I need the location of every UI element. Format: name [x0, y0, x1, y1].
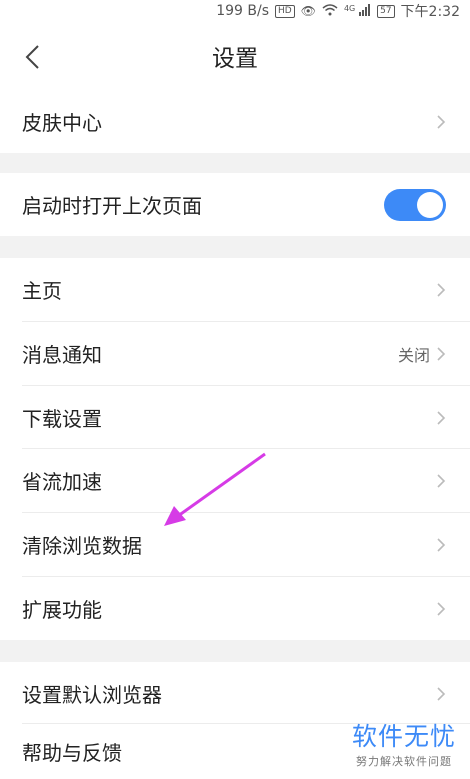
annotation-arrow-icon — [164, 452, 266, 526]
settings-item-label: 主页 — [22, 279, 62, 303]
hd-icon: HD — [275, 4, 295, 18]
network-type: 4G — [343, 3, 356, 13]
chevron-right-icon — [437, 601, 446, 616]
header: 设置 — [0, 22, 470, 90]
section-gap — [0, 236, 470, 258]
restore-toggle[interactable] — [384, 188, 446, 221]
settings-item-label: 下载设置 — [22, 407, 102, 431]
settings-item-label: 皮肤中心 — [22, 111, 102, 135]
chevron-right-icon — [437, 114, 446, 129]
back-arrow-icon[interactable] — [22, 44, 44, 69]
settings-item-label: 消息通知 — [22, 343, 102, 367]
chevron-right-icon — [437, 282, 446, 297]
settings-item-notifications[interactable]: 消息通知 关闭 — [0, 322, 470, 385]
eye-icon: 👁 — [300, 4, 316, 18]
clock: 下午2:32 — [400, 4, 460, 20]
watermark-logo: 软件无忧 努力解决软件问题 — [352, 717, 456, 769]
settings-item-label: 启动时打开上次页面 — [22, 194, 202, 218]
network-speed: 199 B/s — [216, 3, 270, 19]
wifi-icon — [322, 3, 338, 19]
chevron-right-icon — [437, 346, 446, 361]
signal-icon: 4G — [343, 3, 371, 19]
settings-item-restore-last-page[interactable]: 启动时打开上次页面 — [0, 173, 470, 236]
settings-item-home[interactable]: 主页 — [0, 258, 470, 321]
settings-item-skin[interactable]: 皮肤中心 — [0, 90, 470, 153]
toggle-knob — [417, 191, 443, 218]
section-gap — [0, 153, 470, 173]
watermark-sub-text: 努力解决软件问题 — [355, 755, 452, 768]
chevron-right-icon — [437, 473, 446, 488]
settings-item-default-browser[interactable]: 设置默认浏览器 — [0, 662, 470, 725]
notification-status: 关闭 — [397, 345, 430, 365]
settings-item-label: 扩展功能 — [22, 598, 102, 622]
chevron-right-icon — [437, 410, 446, 425]
settings-item-extensions[interactable]: 扩展功能 — [0, 577, 470, 640]
watermark-main-text: 软件无忧 — [351, 722, 456, 751]
chevron-right-icon — [437, 537, 446, 552]
battery-icon: 57 — [377, 4, 395, 18]
status-bar: 199 B/s HD 👁 4G 57 下午2:32 — [0, 0, 470, 22]
chevron-right-icon — [437, 686, 446, 701]
settings-item-label: 设置默认浏览器 — [22, 683, 162, 707]
settings-item-label: 清除浏览数据 — [22, 534, 142, 558]
page-title: 设置 — [212, 46, 258, 72]
settings-item-download[interactable]: 下载设置 — [0, 386, 470, 449]
section-gap — [0, 640, 470, 662]
